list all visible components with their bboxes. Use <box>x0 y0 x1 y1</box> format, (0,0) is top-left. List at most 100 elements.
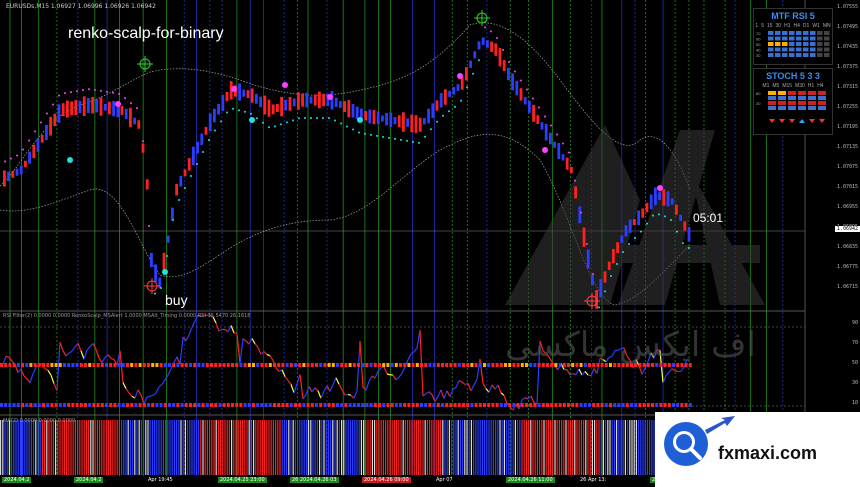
price-tick-label: 1.07375 <box>836 64 858 70</box>
histogram-bar <box>237 420 239 475</box>
signal-square <box>155 403 159 407</box>
candle <box>385 112 388 126</box>
signal-square <box>147 363 150 367</box>
histogram-bar <box>138 420 140 475</box>
signal-square <box>516 403 520 407</box>
trend-dot <box>250 112 252 115</box>
signal-square <box>504 403 507 407</box>
arrow-up-icon <box>799 119 805 123</box>
candle <box>133 117 136 125</box>
trend-dot <box>274 125 276 128</box>
histogram-bar <box>481 420 483 475</box>
trend-dot <box>382 135 384 138</box>
rsi-cell <box>817 42 823 46</box>
candle <box>540 122 544 130</box>
trend-dot <box>208 139 210 141</box>
signal-square <box>445 363 449 367</box>
histogram-bar <box>400 420 402 475</box>
signal-square <box>390 363 394 367</box>
signal-square <box>403 363 407 367</box>
signal-square <box>302 403 306 407</box>
histogram-bar <box>226 420 228 475</box>
signal-square <box>268 363 272 367</box>
signal-square <box>79 363 83 367</box>
histogram-bar <box>48 420 50 475</box>
histogram-bar <box>143 420 145 475</box>
histogram-bar <box>116 420 118 475</box>
signal-dot <box>457 73 463 79</box>
rsi-cell <box>824 53 830 57</box>
signal-square <box>592 403 596 407</box>
signal-square <box>285 363 289 367</box>
price-tick-label: 1.06955 <box>836 204 858 210</box>
signal-square <box>621 403 625 407</box>
histogram-bar <box>327 420 329 475</box>
signal-square <box>306 363 310 367</box>
histogram-bar <box>490 420 492 475</box>
signal-square <box>281 363 285 367</box>
signal-square <box>168 403 171 407</box>
candle <box>528 101 531 113</box>
rsi-cell <box>768 53 774 57</box>
histogram-bar <box>195 420 197 475</box>
signal-square <box>134 363 138 367</box>
signal-square <box>474 403 478 407</box>
histogram-bar <box>563 420 565 475</box>
candle <box>456 84 460 91</box>
signal-square <box>96 403 100 407</box>
stoch-cell <box>778 101 786 105</box>
arrow-down-icon <box>819 119 825 123</box>
histogram-bar <box>345 420 347 475</box>
candle <box>490 41 493 52</box>
signal-square <box>109 363 113 367</box>
signal-square <box>92 403 96 407</box>
rsi-cell <box>796 36 802 41</box>
candle <box>536 115 540 125</box>
candle <box>99 97 103 116</box>
histogram-bar <box>171 420 173 475</box>
signal-square <box>436 403 440 407</box>
histogram-bar <box>297 420 299 475</box>
histogram-bar <box>506 420 508 475</box>
candle <box>654 187 657 206</box>
signal-square <box>310 403 314 407</box>
candle <box>578 206 582 224</box>
candle <box>288 96 292 111</box>
signal-square <box>42 403 45 407</box>
signal-square <box>428 403 432 407</box>
candle <box>414 115 418 134</box>
rsi-cell <box>782 31 788 35</box>
histogram-bar <box>222 420 224 475</box>
histogram-bar <box>426 420 428 475</box>
histogram-bar <box>8 420 10 475</box>
rsi-subwindow-label: RSI Filter(2) 0.0000 0.0000 RenkoScalp_M… <box>3 313 251 319</box>
histogram-bar <box>569 420 571 475</box>
trend-dot <box>172 219 174 221</box>
price-tick-label: 1.06715 <box>836 284 858 290</box>
trend-dot <box>574 179 576 182</box>
signal-square <box>378 363 381 367</box>
arrow-down-icon <box>779 119 785 123</box>
rsi-level-label: 10 <box>851 400 858 406</box>
histogram-bar <box>57 420 59 475</box>
signal-square <box>193 363 197 367</box>
candle <box>166 235 170 243</box>
candle <box>406 118 409 127</box>
histogram-bar <box>19 420 21 475</box>
price-tick-label: 1.07435 <box>836 44 858 50</box>
histogram-bar <box>446 420 448 475</box>
histogram-bar <box>187 420 189 475</box>
signal-square <box>474 363 478 367</box>
histogram-bar <box>330 420 332 475</box>
signal-square <box>625 403 629 407</box>
mtf-rsi-title: MTF RSI 5 <box>771 11 815 21</box>
candle <box>557 143 561 160</box>
candle <box>334 97 338 108</box>
stoch-cell <box>818 96 826 100</box>
histogram-bar <box>534 420 536 475</box>
histogram-bar <box>110 420 112 475</box>
rsi-segment <box>674 370 679 373</box>
candle <box>322 93 325 107</box>
candle <box>591 274 594 286</box>
histogram-bar <box>173 420 175 475</box>
